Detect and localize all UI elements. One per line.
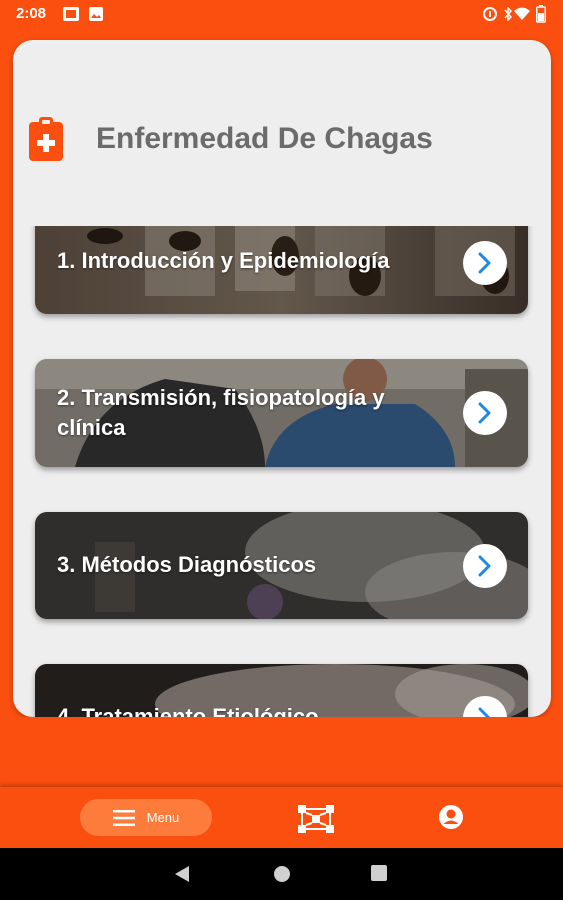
topic-card-2[interactable]: 2. Transmisión, fisiopatología y clínica [35,359,528,467]
account-circle-icon[interactable] [438,804,464,835]
topic-label-1: 1. Introducción y Epidemiología [57,248,390,273]
footer-band [0,717,563,787]
topic-go-button-1[interactable] [463,241,507,285]
status-bar: 2:08 [0,0,563,28]
topic-card-4[interactable]: 4. Tratamiento Etiológico [35,664,528,717]
topic-label-3: 3. Métodos Diagnósticos [57,552,317,577]
menu-label: Menu [146,810,180,825]
menu-button[interactable]: Menu [80,799,212,836]
topic-list[interactable]: 1. Introducción y Epidemiología 2. Trans… [13,226,551,717]
image-icon [89,7,103,26]
recents-icon[interactable] [371,865,387,886]
bluetooth-icon [504,6,513,26]
bottom-nav: Menu [0,787,563,848]
topic-card-3[interactable]: 3. Métodos Diagnósticos [35,512,528,619]
chevron-right-icon [478,555,491,577]
network-diagram-icon[interactable] [298,805,334,838]
back-icon[interactable] [174,865,190,888]
topic-go-button-2[interactable] [463,391,507,435]
chevron-right-icon [478,402,491,424]
topic-card-1[interactable]: 1. Introducción y Epidemiología [35,226,528,314]
wifi-icon [514,7,530,26]
topic-label-4: 4. Tratamiento Etiológico [57,704,319,717]
sim-card-icon [63,7,79,26]
status-time: 2:08 [16,5,47,22]
menu-icon [112,809,135,826]
clipboard-medical-icon [29,117,63,161]
home-icon[interactable] [273,865,291,888]
chevron-right-icon [478,252,491,274]
page-title: Enfermedad De Chagas [96,122,433,155]
topic-label-2: 2. Transmisión, fisiopatología y clínica [57,385,385,440]
data-saver-icon [482,7,498,26]
topic-go-button-3[interactable] [463,544,507,588]
battery-icon [536,5,546,28]
content-card: Enfermedad De Chagas 1. Introducción y E… [13,40,551,717]
system-nav-bar [0,848,563,900]
chevron-right-icon [478,707,491,717]
